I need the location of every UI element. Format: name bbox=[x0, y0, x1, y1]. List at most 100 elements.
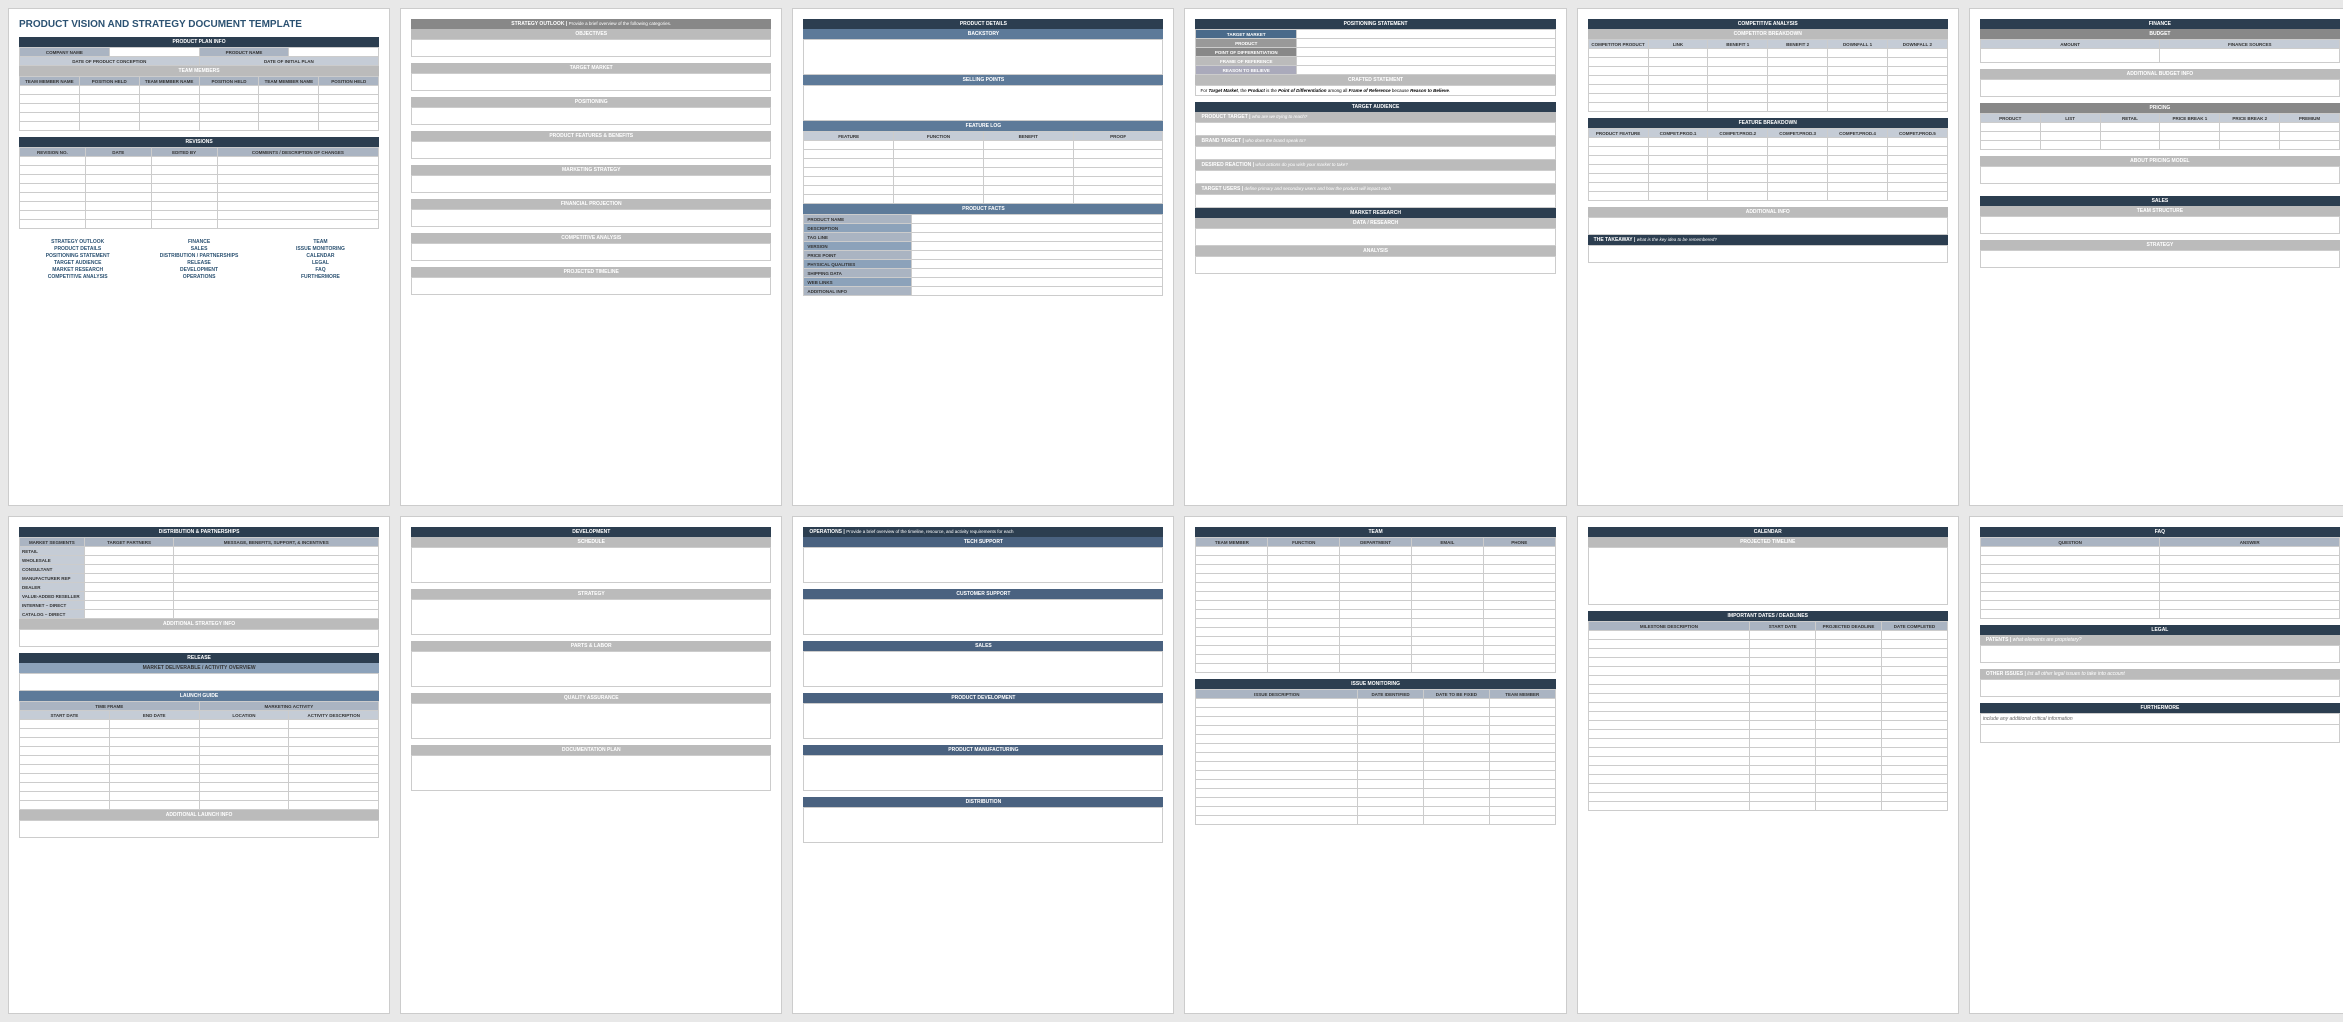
segment-label: INTERNET – DIRECT bbox=[20, 601, 85, 610]
important-dates-header: IMPORTANT DATES / DEADLINES bbox=[1588, 611, 1948, 621]
fact-value bbox=[912, 287, 1163, 296]
fact-value bbox=[912, 233, 1163, 242]
important-dates-table: MILESTONE DESCRIPTIONSTART DATEPROJECTED… bbox=[1588, 621, 1948, 811]
backstory-header: BACKSTORY bbox=[803, 29, 1163, 39]
section-header: PROJECTED TIMELINE bbox=[411, 267, 771, 277]
fact-label: PRICE POINT bbox=[804, 251, 912, 260]
distribution-table: MARKET SEGMENTSTARGET PARTNERSMESSAGE, B… bbox=[19, 537, 379, 619]
pos-row-value bbox=[1297, 66, 1556, 75]
nav-link[interactable]: FINANCE bbox=[140, 239, 257, 245]
budget-table: AMOUNTFINANCE SOURCES bbox=[1980, 39, 2340, 63]
ops-section-body bbox=[803, 651, 1163, 687]
section-body bbox=[411, 277, 771, 295]
development-header: DEVELOPMENT bbox=[411, 527, 771, 537]
faq-table: QUESTIONANSWER bbox=[1980, 537, 2340, 619]
takeaway-header: THE TAKEAWAY | what is the key idea to b… bbox=[1588, 235, 1948, 245]
section-header: POSITIONING bbox=[411, 97, 771, 107]
segment-label: CONSULTANT bbox=[20, 565, 85, 574]
nav-link[interactable]: FURTHERMORE bbox=[262, 274, 379, 280]
plan-info-table: COMPANY NAMEPRODUCT NAME DATE OF PRODUCT… bbox=[19, 47, 379, 66]
nav-link[interactable]: FAQ bbox=[262, 267, 379, 273]
dev-section-body bbox=[411, 703, 771, 739]
other-issues-header: OTHER ISSUES | list all other legal issu… bbox=[1980, 669, 2340, 679]
section-header: COMPETITIVE ANALYSIS bbox=[411, 233, 771, 243]
page-12-faq-legal: FAQ QUESTIONANSWER LEGAL PATENTS | what … bbox=[1969, 516, 2343, 1014]
launch-guide-header: LAUNCH GUIDE bbox=[19, 691, 379, 701]
nav-links: STRATEGY OUTLOOK FINANCE TEAM PRODUCT DE… bbox=[19, 239, 379, 280]
team-members-header: TEAM MEMBERS bbox=[19, 66, 379, 76]
ta-header: BRAND TARGET | who does the brand speak … bbox=[1195, 136, 1555, 146]
fact-value bbox=[912, 215, 1163, 224]
product-facts-table: PRODUCT NAMEDESCRIPTIONTAG LINEVERSIONPR… bbox=[803, 214, 1163, 296]
additional-launch-header: ADDITIONAL LAUNCH INFO bbox=[19, 810, 379, 820]
template-gallery: PRODUCT VISION AND STRATEGY DOCUMENT TEM… bbox=[8, 8, 2343, 1014]
feature-breakdown-table: PRODUCT FEATURECOMPET.PROD.1COMPET.PROD.… bbox=[1588, 128, 1948, 201]
page-7-distribution: DISTRIBUTION & PARTNERSHIPS MARKET SEGME… bbox=[8, 516, 390, 1014]
fact-label: ADDITIONAL INFO bbox=[804, 287, 912, 296]
pos-row-value bbox=[1297, 57, 1556, 66]
nav-link[interactable]: TEAM bbox=[262, 239, 379, 245]
section-body bbox=[411, 243, 771, 261]
analysis-header: ANALYSIS bbox=[1195, 246, 1555, 256]
furthermore-note: include any additional critical informat… bbox=[1980, 713, 2340, 725]
feature-breakdown-header: FEATURE BREAKDOWN bbox=[1588, 118, 1948, 128]
nav-link[interactable]: CALENDAR bbox=[262, 253, 379, 259]
data-research-header: DATA / RESEARCH bbox=[1195, 218, 1555, 228]
ops-section-header: DISTRIBUTION bbox=[803, 797, 1163, 807]
nav-link[interactable]: OPERATIONS bbox=[140, 274, 257, 280]
target-audience-header: TARGET AUDIENCE bbox=[1195, 102, 1555, 112]
nav-link[interactable]: DEVELOPMENT bbox=[140, 267, 257, 273]
nav-link[interactable]: LEGAL bbox=[262, 260, 379, 266]
nav-link[interactable]: TARGET AUDIENCE bbox=[19, 260, 136, 266]
ops-section-header: CUSTOMER SUPPORT bbox=[803, 589, 1163, 599]
section-header: FINANCIAL PROJECTION bbox=[411, 199, 771, 209]
fact-value bbox=[912, 251, 1163, 260]
product-details-header: PRODUCT DETAILS bbox=[803, 19, 1163, 29]
nav-link[interactable]: ISSUE MONITORING bbox=[262, 246, 379, 252]
dev-section-body bbox=[411, 755, 771, 791]
fact-label: VERSION bbox=[804, 242, 912, 251]
about-pricing-header: ABOUT PRICING MODEL bbox=[1980, 156, 2340, 166]
dev-section-header: QUALITY ASSURANCE bbox=[411, 693, 771, 703]
nav-link[interactable]: STRATEGY OUTLOOK bbox=[19, 239, 136, 245]
ops-section-body bbox=[803, 547, 1163, 583]
section-body bbox=[411, 73, 771, 91]
nav-link[interactable]: SALES bbox=[140, 246, 257, 252]
segment-label: MANUFACTURER REP bbox=[20, 574, 85, 583]
additional-info-header: ADDITIONAL INFO bbox=[1588, 207, 1948, 217]
page-1-product-plan: PRODUCT VISION AND STRATEGY DOCUMENT TEM… bbox=[8, 8, 390, 506]
pos-row-label: PRODUCT bbox=[1196, 39, 1297, 48]
segment-label: VALUE-ADDED RESELLER bbox=[20, 592, 85, 601]
faq-header: FAQ bbox=[1980, 527, 2340, 537]
nav-link[interactable]: RELEASE bbox=[140, 260, 257, 266]
ta-body bbox=[1195, 194, 1555, 208]
section-header: OBJECTIVES bbox=[411, 29, 771, 39]
team-table: TEAM MEMBERFUNCTIONDEPARTMENTEMAILPHONE bbox=[1195, 537, 1555, 673]
segment-label: DEALER bbox=[20, 583, 85, 592]
team-members-table: TEAM MEMBER NAMEPOSITION HELD TEAM MEMBE… bbox=[19, 76, 379, 131]
page-5-competitive-analysis: COMPETITIVE ANALYSIS COMPETITOR BREAKDOW… bbox=[1577, 8, 1959, 506]
page-4-positioning: POSITIONING STATEMENT TARGET MARKETPRODU… bbox=[1184, 8, 1566, 506]
dev-section-header: SCHEDULE bbox=[411, 537, 771, 547]
nav-link[interactable]: COMPETITIVE ANALYSIS bbox=[19, 274, 136, 280]
ta-body bbox=[1195, 146, 1555, 160]
ops-section-body bbox=[803, 703, 1163, 739]
page-title: PRODUCT VISION AND STRATEGY DOCUMENT TEM… bbox=[19, 19, 379, 31]
nav-link[interactable]: MARKET RESEARCH bbox=[19, 267, 136, 273]
pricing-table: PRODUCTLISTRETAILPRICE BREAK 1PRICE BREA… bbox=[1980, 113, 2340, 150]
additional-budget-header: ADDITIONAL BUDGET INFO bbox=[1980, 69, 2340, 79]
section-body bbox=[411, 141, 771, 159]
page-8-development: DEVELOPMENT SCHEDULESTRATEGYPARTS & LABO… bbox=[400, 516, 782, 1014]
dev-section-header: STRATEGY bbox=[411, 589, 771, 599]
nav-link[interactable]: DISTRIBUTION / PARTNERSHIPS bbox=[140, 253, 257, 259]
ta-body bbox=[1195, 170, 1555, 184]
nav-link[interactable]: PRODUCT DETAILS bbox=[19, 246, 136, 252]
page-3-product-details: PRODUCT DETAILS BACKSTORY SELLING POINTS… bbox=[792, 8, 1174, 506]
nav-link[interactable]: POSITIONING STATEMENT bbox=[19, 253, 136, 259]
fact-value bbox=[912, 242, 1163, 251]
market-research-header: MARKET RESEARCH bbox=[1195, 208, 1555, 218]
selling-points-header: SELLING POINTS bbox=[803, 75, 1163, 85]
ta-header: PRODUCT TARGET | who are we trying to re… bbox=[1195, 112, 1555, 122]
fact-label: DESCRIPTION bbox=[804, 224, 912, 233]
fact-label: WEB LINKS bbox=[804, 278, 912, 287]
